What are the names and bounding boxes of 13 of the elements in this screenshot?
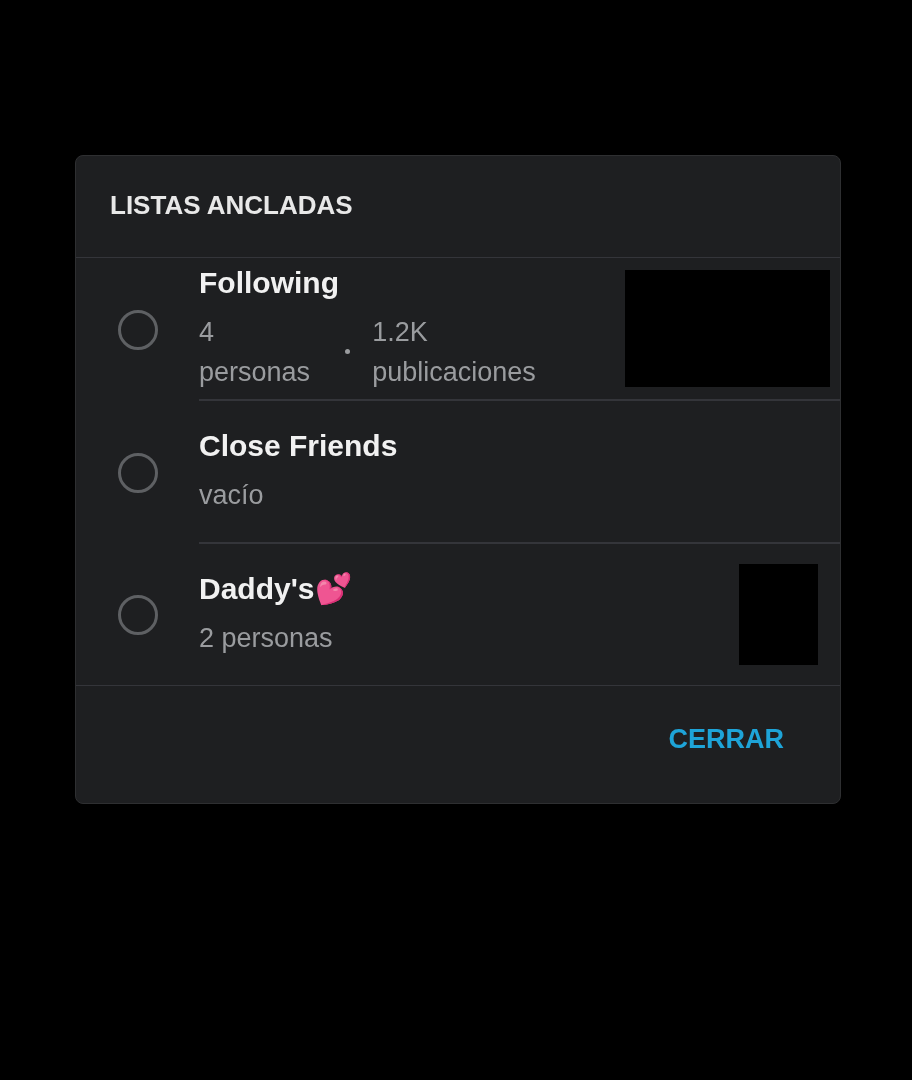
radio-button[interactable]: [117, 309, 158, 350]
dialog-title: LISTAS ANCLADAS: [109, 189, 354, 222]
close-button[interactable]: CERRAR: [652, 716, 800, 763]
radio-button[interactable]: [117, 452, 158, 493]
list-name[interactable]: Following: [199, 265, 556, 300]
separator-dot-icon: [345, 349, 351, 354]
list-name[interactable]: Daddy's💕: [199, 571, 352, 606]
list-info: 2 personas: [199, 622, 333, 655]
list-info: 1.2K publicaciones: [372, 315, 537, 389]
radio-button[interactable]: [117, 594, 158, 635]
list-name[interactable]: Close Friends: [199, 428, 398, 463]
list-info: vacío: [199, 478, 264, 512]
list-info: 4 personas: [199, 315, 312, 389]
